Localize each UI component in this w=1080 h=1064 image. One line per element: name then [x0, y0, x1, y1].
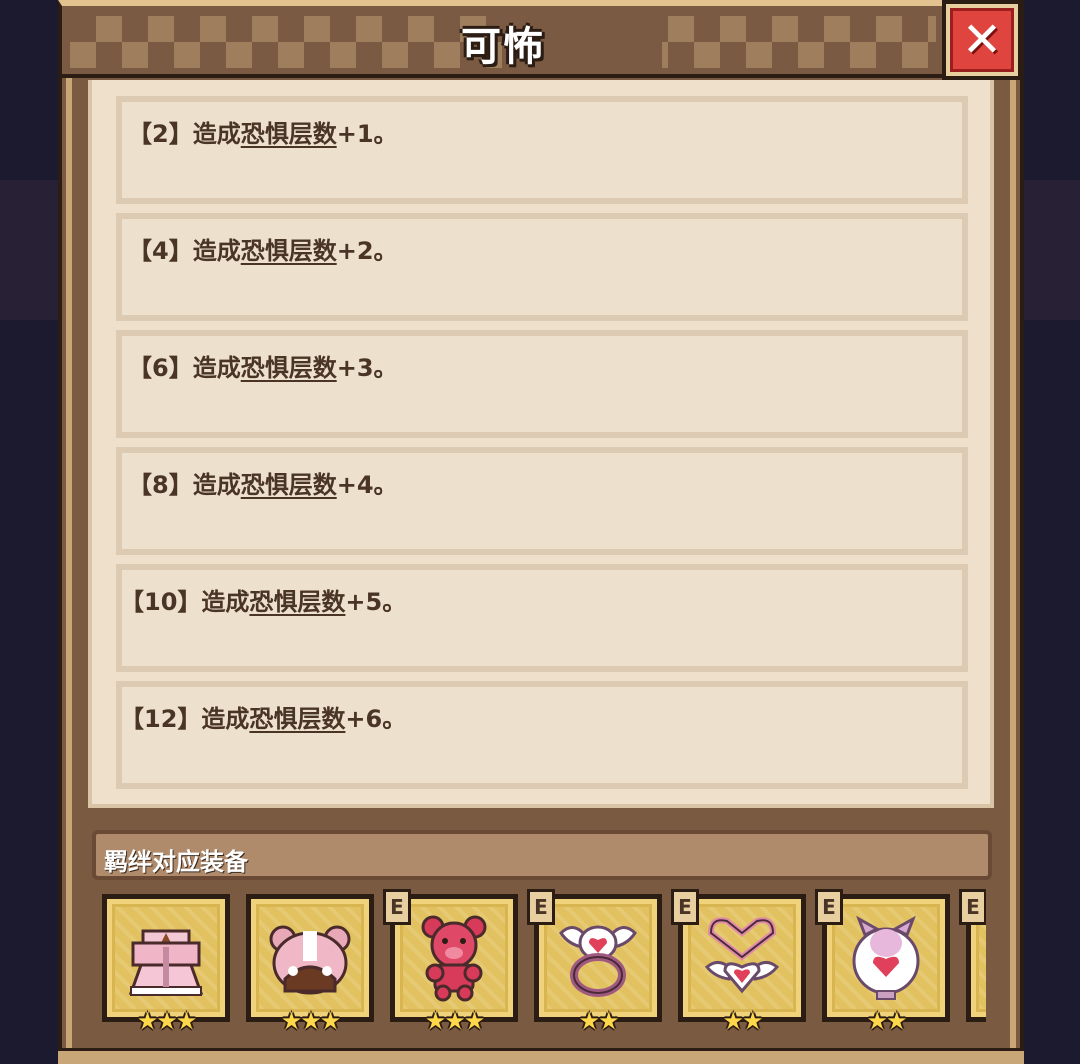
equipment-slot[interactable]: E ★★	[527, 889, 662, 1035]
equipment-slot[interactable]: E ★★	[815, 889, 950, 1035]
star-rating: ★★	[722, 1007, 763, 1035]
bonus-tier: 【6】	[128, 354, 193, 382]
dialog-title: 可怖	[461, 24, 545, 70]
bonus-tier: 【12】	[120, 705, 202, 733]
star-rating: ★★★	[424, 1007, 486, 1035]
fear-stacks-link[interactable]: 恐惧层数	[241, 471, 337, 499]
fear-stacks-link[interactable]: 恐惧层数	[241, 237, 337, 265]
red-teddy-bear-icon	[421, 915, 487, 1002]
equipment-header-label: 羁绊对应装备	[104, 848, 248, 876]
bonus-suffix: +5。	[345, 588, 407, 616]
bonus-prefix: 造成	[192, 354, 241, 382]
equipment-section-header: 羁绊对应装备	[92, 830, 992, 880]
bonus-entry: 【12】造成恐惧层数+6。	[116, 681, 968, 789]
equipment-row[interactable]: ★★★ ★★★ E ★★★ E ★★ E ★★ E ★★ E	[98, 888, 986, 1038]
bonus-prefix: 造成	[192, 237, 241, 265]
bonus-tier: 【2】	[128, 120, 193, 148]
bonus-list[interactable]: 【2】造成恐惧层数+1。 【4】造成恐惧层数+2。 【6】造成恐惧层数+3。 【…	[88, 80, 994, 808]
background-shape-left	[0, 180, 58, 320]
bonus-entry: 【6】造成恐惧层数+3。	[116, 330, 968, 438]
equipped-badge: E	[815, 889, 843, 925]
star-rating: ★★	[578, 1007, 619, 1035]
heart-necklace-icon	[704, 917, 780, 994]
title-bar: 可怖	[58, 0, 948, 78]
equipment-slot[interactable]: E	[959, 889, 986, 1022]
bonus-prefix: 造成	[192, 471, 241, 499]
fear-stacks-link[interactable]: 恐惧层数	[241, 354, 337, 382]
heart-orb-icon	[852, 915, 920, 1000]
bonus-entry: 【4】造成恐惧层数+2。	[116, 213, 968, 321]
equipment-slot[interactable]: E ★★	[671, 889, 806, 1035]
close-x-icon: ✕	[950, 8, 1014, 72]
equipped-badge: E	[959, 889, 986, 925]
bonus-entry: 【10】造成恐惧层数+5。	[116, 564, 968, 672]
star-rating: ★★★	[136, 1007, 198, 1035]
bonus-tier: 【10】	[120, 588, 202, 616]
equipment-slot[interactable]: E ★★★	[383, 889, 518, 1035]
background-shape-right	[1024, 180, 1080, 320]
bonus-prefix: 造成	[201, 705, 250, 733]
star-rating: ★★★	[280, 1007, 342, 1035]
equipped-badge: E	[671, 889, 699, 925]
equipped-badge: E	[527, 889, 555, 925]
close-button[interactable]: ✕	[942, 0, 1022, 80]
bonus-prefix: 造成	[192, 120, 241, 148]
star-rating: ★★	[866, 1007, 907, 1035]
bonus-suffix: +3。	[336, 354, 398, 382]
equipment-slot[interactable]: ★★★	[102, 894, 230, 1035]
bonus-prefix: 造成	[201, 588, 250, 616]
bonus-suffix: +2。	[336, 237, 398, 265]
bonus-entry-text: 【6】造成恐惧层数+3。	[128, 348, 398, 383]
bonus-entry-text: 【8】造成恐惧层数+4。	[128, 465, 398, 500]
bonus-entry-text: 【12】造成恐惧层数+6。	[120, 699, 406, 734]
bonus-tier: 【8】	[128, 471, 193, 499]
bonus-suffix: +1。	[336, 120, 398, 148]
bonus-entry: 【2】造成恐惧层数+1。	[116, 96, 968, 204]
equipped-badge: E	[383, 889, 411, 925]
fear-stacks-link[interactable]: 恐惧层数	[249, 588, 345, 616]
bonus-entry-text: 【10】造成恐惧层数+5。	[120, 582, 406, 617]
fear-stacks-link[interactable]: 恐惧层数	[241, 120, 337, 148]
pink-dress-icon	[128, 929, 204, 996]
bear-hood-icon	[269, 925, 351, 995]
winged-heart-ring-icon	[559, 925, 637, 997]
bonus-tier: 【4】	[128, 237, 193, 265]
bonus-suffix: +6。	[345, 705, 407, 733]
fear-stacks-link[interactable]: 恐惧层数	[249, 705, 345, 733]
bonus-entry: 【8】造成恐惧层数+4。	[116, 447, 968, 555]
bonus-entry-text: 【4】造成恐惧层数+2。	[128, 231, 398, 266]
bonus-entry-text: 【2】造成恐惧层数+1。	[128, 114, 398, 149]
panel-bottom-edge	[58, 1048, 1024, 1064]
equipment-slot[interactable]: ★★★	[246, 894, 374, 1035]
bonus-suffix: +4。	[336, 471, 398, 499]
